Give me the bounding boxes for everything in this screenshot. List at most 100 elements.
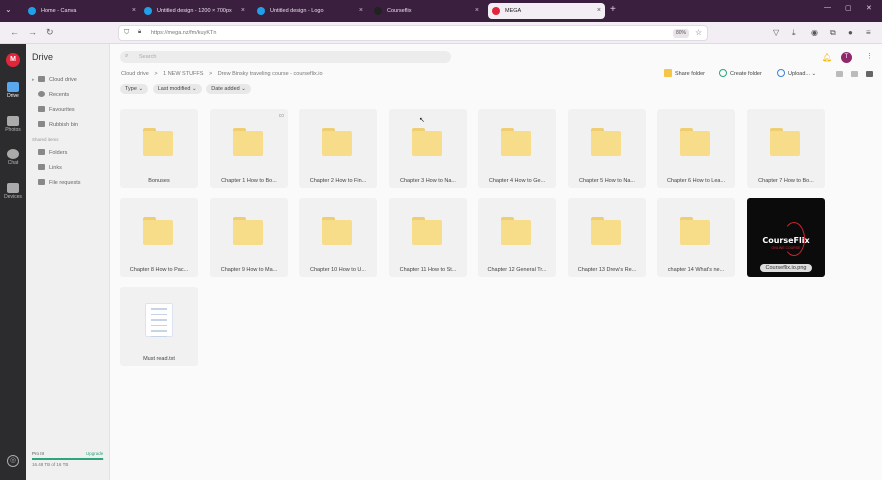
lock-icon[interactable]: 🔒︎ bbox=[138, 29, 141, 36]
create-folder-button[interactable]: Create folder bbox=[719, 69, 762, 77]
upgrade-link[interactable]: Upgrade bbox=[86, 451, 103, 456]
maximize-icon[interactable]: ▢ bbox=[845, 4, 852, 12]
sidebar-item-cloud-drive[interactable]: ▸ Cloud drive bbox=[32, 76, 77, 83]
close-tab-icon[interactable]: × bbox=[597, 3, 601, 19]
browser-tab[interactable]: MEGA × bbox=[488, 3, 605, 19]
breadcrumb-cloud-drive[interactable]: Cloud drive bbox=[121, 71, 149, 77]
sidebar-item-label: Recents bbox=[49, 92, 70, 98]
upload-button[interactable]: Upload... ⌄ bbox=[777, 69, 816, 77]
pocket-icon[interactable]: ▽ bbox=[773, 28, 779, 37]
reload-icon[interactable]: ↻ bbox=[46, 27, 54, 38]
search-icon: ⌕ bbox=[125, 53, 129, 59]
shared-folder-icon bbox=[38, 149, 45, 155]
folder-card[interactable]: Chapter 9 How to Ma... bbox=[210, 198, 288, 277]
sidebar-item-favourites[interactable]: Favourites bbox=[32, 106, 75, 113]
folder-icon bbox=[322, 128, 352, 156]
sidebar-item-file-requests[interactable]: File requests bbox=[32, 179, 81, 186]
folder-card[interactable]: Chapter 2 How to Fin... bbox=[299, 109, 377, 188]
browser-tab[interactable]: Home - Canva × bbox=[24, 3, 140, 19]
file-request-icon bbox=[38, 179, 45, 185]
browser-menu-icon[interactable]: ⌄ bbox=[5, 6, 13, 14]
extensions-icon[interactable]: ⧉ bbox=[830, 28, 836, 37]
zoom-badge[interactable]: 80% bbox=[673, 29, 689, 38]
new-tab-button[interactable]: + bbox=[610, 4, 616, 16]
sidebar-item-rubbish-bin[interactable]: Rubbish bin bbox=[32, 121, 78, 128]
breadcrumb-current-folder[interactable]: Drew Binsky traveling course - coursefli… bbox=[218, 71, 323, 77]
chevron-down-icon[interactable]: ⌄ bbox=[812, 71, 817, 77]
link-badge-icon: co bbox=[278, 113, 284, 119]
browser-tab[interactable]: Untitled design - Logo × bbox=[253, 3, 367, 19]
rail-item-chat[interactable]: Chat bbox=[0, 149, 26, 166]
folder-icon bbox=[412, 217, 442, 245]
folder-card[interactable]: co Chapter 1 How to Bo... bbox=[210, 109, 288, 188]
rail-item-drive[interactable]: Drive bbox=[0, 82, 26, 99]
share-folder-button[interactable]: Share folder bbox=[664, 69, 705, 77]
photos-icon bbox=[7, 116, 19, 126]
bookmark-star-icon[interactable]: ☆ bbox=[695, 28, 702, 37]
folder-card[interactable]: Chapter 7 How to Bo... bbox=[747, 109, 825, 188]
browser-tab[interactable]: Courseflix × bbox=[370, 3, 483, 19]
search-input[interactable]: ⌕ Search bbox=[120, 51, 451, 63]
file-card[interactable]: CourseFlix ONLINE COURSE Courseflix.io.png bbox=[747, 198, 825, 277]
folder-card[interactable]: Chapter 10 How to U... bbox=[299, 198, 377, 277]
sidebar-item-recents[interactable]: Recents bbox=[32, 91, 69, 98]
close-window-icon[interactable]: ✕ bbox=[866, 4, 872, 12]
rail-item-devices[interactable]: Devices bbox=[0, 183, 26, 200]
grid-view-icon[interactable] bbox=[866, 71, 873, 77]
upload-label: Upload... bbox=[788, 71, 811, 77]
url-text[interactable]: https://mega.nz/fm/kuyKTn bbox=[151, 30, 216, 36]
more-options-icon[interactable]: ⋮ bbox=[866, 52, 873, 60]
sidebar-item-folders[interactable]: Folders bbox=[32, 149, 67, 156]
close-tab-icon[interactable]: × bbox=[241, 3, 245, 19]
mega-extension-icon[interactable]: ● bbox=[848, 28, 853, 37]
forward-icon[interactable]: → bbox=[28, 27, 37, 38]
filter-date-added[interactable]: Date added ⌄ bbox=[206, 84, 251, 94]
minimize-icon[interactable]: — bbox=[824, 4, 831, 11]
filter-type[interactable]: Type ⌄ bbox=[120, 84, 149, 94]
tab-favicon-icon bbox=[492, 7, 500, 15]
item-name: Chapter 13 Drew's Re... bbox=[577, 267, 637, 273]
close-tab-icon[interactable]: × bbox=[132, 3, 136, 19]
back-icon[interactable]: ← bbox=[10, 27, 19, 38]
app-menu-icon[interactable]: ≡ bbox=[866, 28, 871, 37]
folder-card[interactable]: Chapter 13 Drew's Re... bbox=[568, 198, 646, 277]
breadcrumb-new-stuffs[interactable]: 1 NEW STUFFS bbox=[163, 71, 203, 77]
close-tab-icon[interactable]: × bbox=[359, 3, 363, 19]
browser-tab[interactable]: Untitled design - 1200 × 700px × bbox=[140, 3, 249, 19]
folder-icon bbox=[322, 217, 352, 245]
heart-icon bbox=[38, 106, 45, 112]
sidebar-item-label: Folders bbox=[49, 150, 68, 156]
close-tab-icon[interactable]: × bbox=[475, 3, 479, 19]
plan-label: Pro III bbox=[32, 451, 45, 456]
drive-sidebar: Drive ▸ Cloud drive Recents Favourites Ru… bbox=[26, 44, 110, 480]
avatar[interactable]: T bbox=[841, 52, 852, 63]
folder-card[interactable]: Chapter 12 General Tr... bbox=[478, 198, 556, 277]
help-icon[interactable]: ◎ bbox=[7, 455, 19, 467]
folder-card[interactable]: chapter 14 What's ne... bbox=[657, 198, 735, 277]
rail-item-label: Photos bbox=[5, 127, 21, 133]
folder-card[interactable]: Chapter 8 How to Pac... bbox=[120, 198, 198, 277]
download-icon[interactable]: ⤓ bbox=[792, 28, 796, 37]
folder-card[interactable]: Bonuses bbox=[120, 109, 198, 188]
tab-favicon-icon bbox=[144, 7, 152, 15]
mega-logo[interactable]: M bbox=[6, 53, 20, 67]
account-icon[interactable]: ◉ bbox=[811, 28, 818, 37]
media-view-icon[interactable] bbox=[836, 71, 843, 77]
address-bar[interactable]: ⛉ 🔒︎ https://mega.nz/fm/kuyKTn 80% ☆ bbox=[118, 25, 708, 41]
filter-last-modified[interactable]: Last modified ⌄ bbox=[152, 84, 202, 94]
folder-card[interactable]: Chapter 3 How to Na... bbox=[389, 109, 467, 188]
folder-card[interactable]: Chapter 11 How to St... bbox=[389, 198, 467, 277]
folder-card[interactable]: Chapter 6 How to Lea... bbox=[657, 109, 735, 188]
list-view-icon[interactable] bbox=[851, 71, 858, 77]
rail-item-label: Drive bbox=[7, 93, 19, 99]
shield-icon[interactable]: ⛉ bbox=[124, 29, 129, 37]
item-name: Chapter 4 How to Ge... bbox=[488, 178, 546, 184]
rail-item-photos[interactable]: Photos bbox=[0, 116, 26, 133]
folder-card[interactable]: Chapter 5 How to Na... bbox=[568, 109, 646, 188]
folder-card[interactable]: Chapter 4 How to Ge... bbox=[478, 109, 556, 188]
file-card[interactable]: Must read.txt bbox=[120, 287, 198, 366]
tab-label: Untitled design - 1200 × 700px bbox=[157, 8, 232, 14]
sidebar-item-links[interactable]: Links bbox=[32, 164, 62, 171]
item-name: chapter 14 What's ne... bbox=[667, 267, 725, 273]
notification-bell-icon[interactable]: 🔔︎ bbox=[822, 53, 832, 62]
